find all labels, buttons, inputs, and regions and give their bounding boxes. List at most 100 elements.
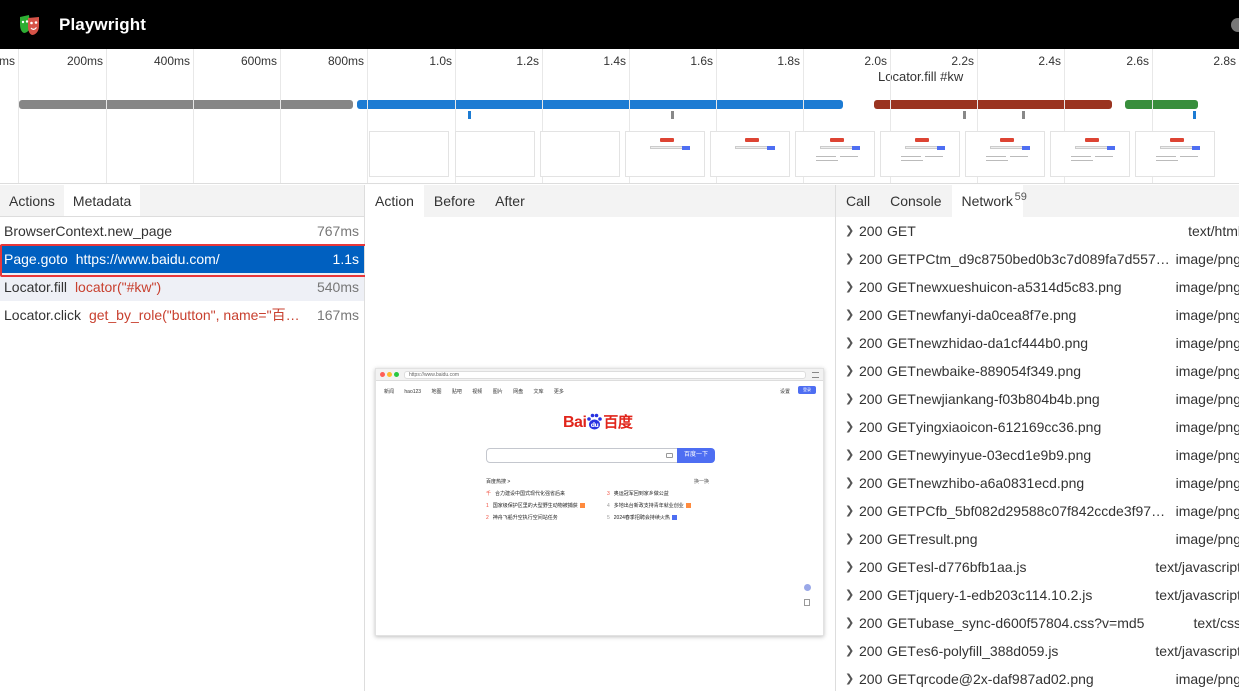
- action-param: https://www.baidu.com/: [75, 251, 220, 267]
- tab-call[interactable]: Call: [836, 185, 880, 217]
- chevron-right-icon[interactable]: ❯: [845, 553, 854, 581]
- chevron-right-icon[interactable]: ❯: [845, 497, 854, 525]
- thumb-button: [1192, 146, 1200, 150]
- settings-dot-icon[interactable]: [1231, 18, 1239, 32]
- snap-nav-item: 网盘: [513, 389, 524, 395]
- timeline-thumbnail[interactable]: [1050, 131, 1130, 177]
- tab-action[interactable]: Action: [365, 185, 424, 217]
- timeline-bar-fill[interactable]: [874, 100, 1112, 109]
- network-method: GET: [887, 251, 916, 267]
- network-row[interactable]: ❯ 200 GET es6-polyfill_388d059.js text/javas…: [836, 637, 1239, 665]
- tab-network[interactable]: Network 59: [951, 185, 1027, 217]
- network-row[interactable]: ❯ 200 GET qrcode@2x-daf987ad02.png image/png: [836, 665, 1239, 691]
- timeline-bar-click[interactable]: [1125, 100, 1198, 109]
- timeline-thumbnail[interactable]: [369, 131, 449, 177]
- timeline-thumbnail[interactable]: [880, 131, 960, 177]
- page-snapshot[interactable]: https://www.baidu.com 新闻 hao123 地图 贴吧 视频…: [375, 368, 824, 636]
- network-method: GET: [887, 279, 916, 295]
- snap-search-input: [486, 448, 678, 463]
- timeline-thumbnail[interactable]: [1135, 131, 1215, 177]
- timeline[interactable]: Locator.fill #kw ms 200ms 400ms 600ms 800ms 1…: [0, 49, 1239, 184]
- chevron-right-icon[interactable]: ❯: [845, 637, 854, 665]
- action-row-fill[interactable]: Locator.fill locator("#kw") 540ms: [0, 273, 364, 301]
- chevron-right-icon[interactable]: ❯: [845, 385, 854, 413]
- timeline-tick-line: [193, 49, 194, 183]
- snap-search-button: 百度一下: [677, 448, 715, 463]
- hot-item: 1 国家级保护区里的大型野生动物被捕获: [486, 502, 585, 509]
- network-row[interactable]: ❯ 200 GET newjiankang-f03b804b4b.png image/p…: [836, 385, 1239, 413]
- chevron-right-icon[interactable]: ❯: [845, 525, 854, 553]
- network-row[interactable]: ❯ 200 GET newfanyi-da0cea8f7e.png image/png: [836, 301, 1239, 329]
- timeline-thumbnail[interactable]: [795, 131, 875, 177]
- network-row[interactable]: ❯ 200 GET esl-d776bfb1aa.js text/javascript: [836, 553, 1239, 581]
- thumb-button: [937, 146, 945, 150]
- network-row[interactable]: ❯ 200 GET ubase_sync-d600f57804.css?v=md5 te…: [836, 609, 1239, 637]
- chevron-right-icon[interactable]: ❯: [845, 301, 854, 329]
- camera-icon: [666, 453, 673, 458]
- network-row[interactable]: ❯ 200 GET newyinyue-03ecd1e9b9.png image/png: [836, 441, 1239, 469]
- snap-nav-item: 地图: [431, 389, 442, 395]
- chevron-right-icon[interactable]: ❯: [845, 665, 854, 691]
- tab-console[interactable]: Console: [880, 185, 951, 217]
- network-row[interactable]: ❯ 200 GET newzhidao-da1cf444b0.png image/png: [836, 329, 1239, 357]
- chevron-right-icon[interactable]: ❯: [845, 609, 854, 637]
- timeline-bar-new-page[interactable]: [19, 100, 353, 109]
- chevron-right-icon[interactable]: ❯: [845, 217, 854, 245]
- action-param: get_by_role("button", name="百度一下"): [88, 307, 311, 323]
- action-row-new-page[interactable]: BrowserContext.new_page 767ms: [0, 217, 364, 245]
- tab-actions[interactable]: Actions: [0, 185, 64, 216]
- network-content-type: image/png: [1175, 671, 1239, 687]
- network-method: GET: [887, 643, 916, 659]
- thumb-button: [1107, 146, 1115, 150]
- tab-after[interactable]: After: [485, 185, 535, 217]
- thumb-logo: [1085, 138, 1099, 142]
- thumb-button: [682, 146, 690, 150]
- action-row-click[interactable]: Locator.click get_by_role("button", name…: [0, 301, 364, 329]
- network-row[interactable]: ❯ 200 GET result.png image/png: [836, 525, 1239, 553]
- hot-num: 2: [486, 515, 489, 521]
- network-row[interactable]: ❯ 200 GET newxueshuicon-a5314d5c83.png image…: [836, 273, 1239, 301]
- tab-before[interactable]: Before: [424, 185, 485, 217]
- timeline-thumbnail[interactable]: [625, 131, 705, 177]
- thumb-line: [1071, 156, 1091, 157]
- snapshot-nav: 新闻 hao123 地图 贴吧 视频 图片 网盘 文库 更多: [384, 388, 573, 395]
- network-url: jquery-1-edb203c114.10.2.js: [916, 587, 1093, 603]
- chevron-right-icon[interactable]: ❯: [845, 357, 854, 385]
- network-content-type: text/javascript: [1155, 643, 1239, 659]
- network-method: GET: [887, 475, 916, 491]
- snapshot-tabbar: Action Before After: [365, 185, 835, 217]
- network-row[interactable]: ❯ 200 GET jquery-1-edb203c114.10.2.js text/j…: [836, 581, 1239, 609]
- network-url: esl-d776bfb1aa.js: [916, 559, 1027, 575]
- network-url: newfanyi-da0cea8f7e.png: [916, 307, 1077, 323]
- chevron-right-icon[interactable]: ❯: [845, 469, 854, 497]
- network-url: qrcode@2x-daf987ad02.png: [916, 671, 1094, 687]
- chevron-right-icon[interactable]: ❯: [845, 329, 854, 357]
- network-row[interactable]: ❯ 200 GET PCtm_d9c8750bed0b3c7d089fa7d55720…: [836, 245, 1239, 273]
- action-row-goto[interactable]: Page.goto https://www.baidu.com/ 1.1s: [0, 245, 364, 273]
- network-row[interactable]: ❯ 200 GET PCfb_5bf082d29588c07f842ccde3f972…: [836, 497, 1239, 525]
- hot-text: 国家级保护区里的大型野生动物被捕获: [492, 503, 578, 509]
- actions-panel: Actions Metadata BrowserContext.new_page…: [0, 185, 365, 691]
- timeline-thumbnail[interactable]: [965, 131, 1045, 177]
- thumb-search: [650, 146, 684, 149]
- chevron-right-icon[interactable]: ❯: [845, 581, 854, 609]
- timeline-bar-goto[interactable]: [357, 100, 843, 109]
- network-row[interactable]: ❯ 200 GET newbaike-889054f349.png image/png: [836, 357, 1239, 385]
- timeline-thumbnail[interactable]: [710, 131, 790, 177]
- network-content-type: image/png: [1175, 251, 1239, 267]
- chevron-right-icon[interactable]: ❯: [845, 245, 854, 273]
- network-row[interactable]: ❯ 200 GET text/html: [836, 217, 1239, 245]
- timeline-thumbnail[interactable]: [540, 131, 620, 177]
- network-row[interactable]: ❯ 200 GET newzhibo-a6a0831ecd.png image/png: [836, 469, 1239, 497]
- network-row[interactable]: ❯ 200 GET yingxiaoicon-612169cc36.png image/…: [836, 413, 1239, 441]
- hot-text: 神舟飞船升空执行空间站任务: [492, 515, 558, 521]
- timeline-thumbnail[interactable]: [455, 131, 535, 177]
- chevron-right-icon[interactable]: ❯: [845, 441, 854, 469]
- thumb-search: [735, 146, 769, 149]
- action-name: Locator.fill: [4, 279, 68, 295]
- chevron-right-icon[interactable]: ❯: [845, 413, 854, 441]
- details-panel: Call Console Network 59 ❯ 200 GET text/html ❯…: [836, 185, 1239, 691]
- tab-metadata[interactable]: Metadata: [63, 185, 141, 216]
- thumb-line: [1156, 160, 1178, 161]
- chevron-right-icon[interactable]: ❯: [845, 273, 854, 301]
